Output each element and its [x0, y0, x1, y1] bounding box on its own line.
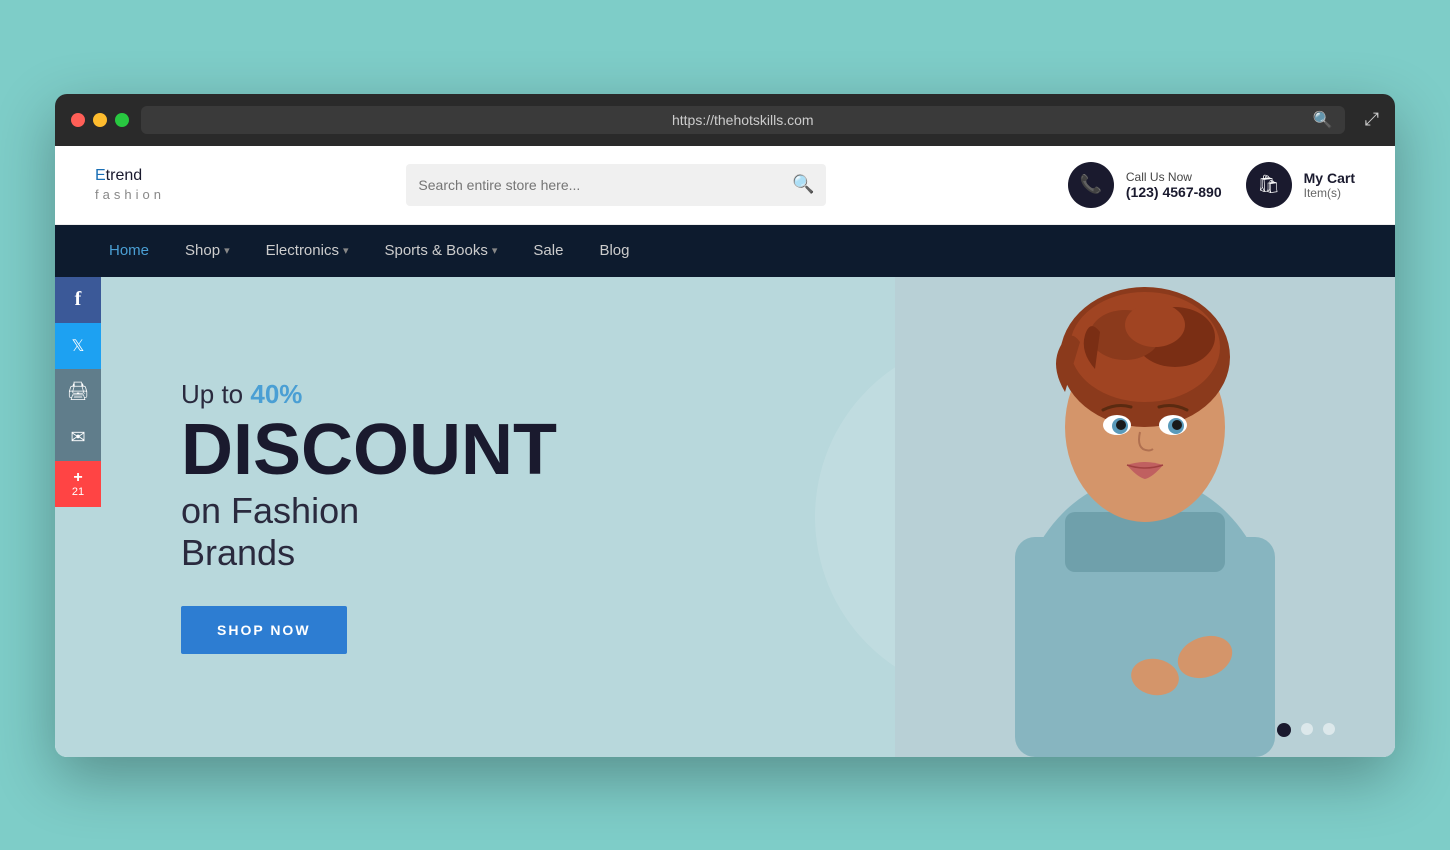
browser-window: https://thehotskills.com 🔍 ⤢ Etrend fash… — [55, 94, 1395, 757]
phone-icon-circle: 📞 — [1068, 162, 1114, 208]
plus-icon: + — [73, 469, 82, 487]
expand-icon[interactable]: ⤢ — [1365, 109, 1379, 130]
nav-item-electronics[interactable]: Electronics ▾ — [252, 225, 363, 277]
email-icon: ✉ — [70, 427, 85, 448]
nav-label-blog: Blog — [599, 242, 629, 259]
cart-label: My Cart — [1304, 170, 1355, 186]
hero-title: DISCOUNT — [181, 414, 557, 486]
url-text: https://thehotskills.com — [672, 112, 814, 128]
hero-subtitle-line2: Brands — [181, 532, 295, 573]
dot-close[interactable] — [71, 113, 85, 127]
nav-label-sale: Sale — [533, 242, 563, 259]
hero-wrapper: f 𝕏 🖨 ✉ + 21 — [55, 277, 1395, 757]
browser-dots — [71, 113, 129, 127]
website: Etrend fashion 🔍 📞 Call Us Now (123) 456… — [55, 146, 1395, 757]
hero-pretext: Up to 40% — [181, 379, 557, 410]
cart-icon: 🛍 — [1257, 174, 1280, 195]
hero-model-image — [658, 277, 1395, 757]
nav-item-blog[interactable]: Blog — [585, 225, 643, 277]
nav-label-sports-books: Sports & Books — [384, 242, 487, 259]
print-icon: 🖨 — [67, 381, 90, 402]
logo-trend: trend — [106, 167, 142, 184]
logo[interactable]: Etrend fashion — [95, 167, 165, 202]
social-twitter[interactable]: 𝕏 — [55, 323, 101, 369]
social-print[interactable]: 🖨 — [55, 369, 101, 415]
dot-maximize[interactable] — [115, 113, 129, 127]
nav-item-sale[interactable]: Sale — [519, 225, 577, 277]
chevron-down-icon: ▾ — [343, 244, 349, 257]
logo-sub: fashion — [95, 187, 165, 202]
hero-section: Up to 40% DISCOUNT on Fashion Brands SHO… — [55, 277, 1395, 757]
social-email[interactable]: ✉ — [55, 415, 101, 461]
carousel-dot-2[interactable] — [1301, 723, 1313, 735]
cart-icon-circle: 🛍 — [1246, 162, 1292, 208]
logo-e: E — [95, 167, 106, 184]
hero-pretext-label: Up to — [181, 379, 243, 409]
cart-sub: Item(s) — [1304, 186, 1355, 200]
hero-content: Up to 40% DISCOUNT on Fashion Brands SHO… — [101, 319, 637, 714]
address-bar[interactable]: https://thehotskills.com 🔍 — [141, 106, 1345, 134]
site-nav: Home Shop ▾ Electronics ▾ Sports & Books… — [55, 225, 1395, 277]
search-input[interactable] — [418, 177, 792, 193]
hero-percent: 40% — [250, 379, 302, 409]
nav-item-home[interactable]: Home — [95, 225, 163, 277]
browser-chrome: https://thehotskills.com 🔍 ⤢ — [55, 94, 1395, 146]
facebook-icon: f — [75, 288, 82, 311]
phone-number: (123) 4567-890 — [1126, 184, 1222, 200]
logo-text: Etrend — [95, 167, 142, 185]
cart[interactable]: 🛍 My Cart Item(s) — [1246, 162, 1355, 208]
social-sidebar: f 𝕏 🖨 ✉ + 21 — [55, 277, 101, 757]
hero-subtitle: on Fashion Brands — [181, 490, 557, 574]
twitter-icon: 𝕏 — [72, 336, 85, 356]
phone-label: Call Us Now — [1126, 170, 1222, 184]
chevron-down-icon: ▾ — [224, 244, 230, 257]
nav-item-shop[interactable]: Shop ▾ — [171, 225, 244, 277]
phone-text: Call Us Now (123) 4567-890 — [1126, 170, 1222, 200]
site-header: Etrend fashion 🔍 📞 Call Us Now (123) 456… — [55, 146, 1395, 225]
hero-subtitle-line1: on Fashion — [181, 490, 359, 531]
nav-label-shop: Shop — [185, 242, 220, 259]
phone-icon: 📞 — [1080, 174, 1102, 195]
search-bar: 🔍 — [406, 164, 826, 206]
carousel-dot-1[interactable] — [1277, 723, 1291, 737]
phone-info: 📞 Call Us Now (123) 4567-890 — [1068, 162, 1222, 208]
social-plus[interactable]: + 21 — [55, 461, 101, 507]
cart-text: My Cart Item(s) — [1304, 170, 1355, 200]
nav-label-home: Home — [109, 242, 149, 259]
nav-label-electronics: Electronics — [266, 242, 339, 259]
chevron-down-icon: ▾ — [492, 244, 498, 257]
shop-now-button[interactable]: SHOP NOW — [181, 606, 347, 654]
address-search-icon: 🔍 — [1313, 110, 1333, 130]
header-actions: 📞 Call Us Now (123) 4567-890 🛍 My Cart I… — [1068, 162, 1355, 208]
search-button[interactable]: 🔍 — [792, 174, 814, 195]
carousel-dots — [1277, 723, 1335, 737]
dot-minimize[interactable] — [93, 113, 107, 127]
social-facebook[interactable]: f — [55, 277, 101, 323]
carousel-dot-3[interactable] — [1323, 723, 1335, 735]
plus-count: 21 — [72, 487, 84, 498]
nav-item-sports-books[interactable]: Sports & Books ▾ — [370, 225, 511, 277]
